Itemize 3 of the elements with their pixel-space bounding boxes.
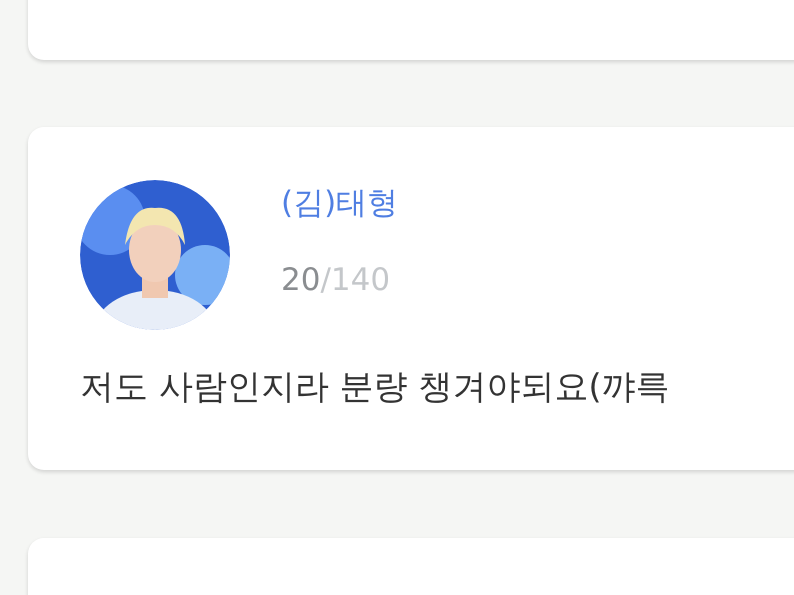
character-count: 20/140 xyxy=(281,265,392,296)
post-text: 저도 사람인지라 분량 챙겨야되요(꺄륵 xyxy=(80,370,671,404)
user-name: (김)태형 xyxy=(281,188,398,219)
